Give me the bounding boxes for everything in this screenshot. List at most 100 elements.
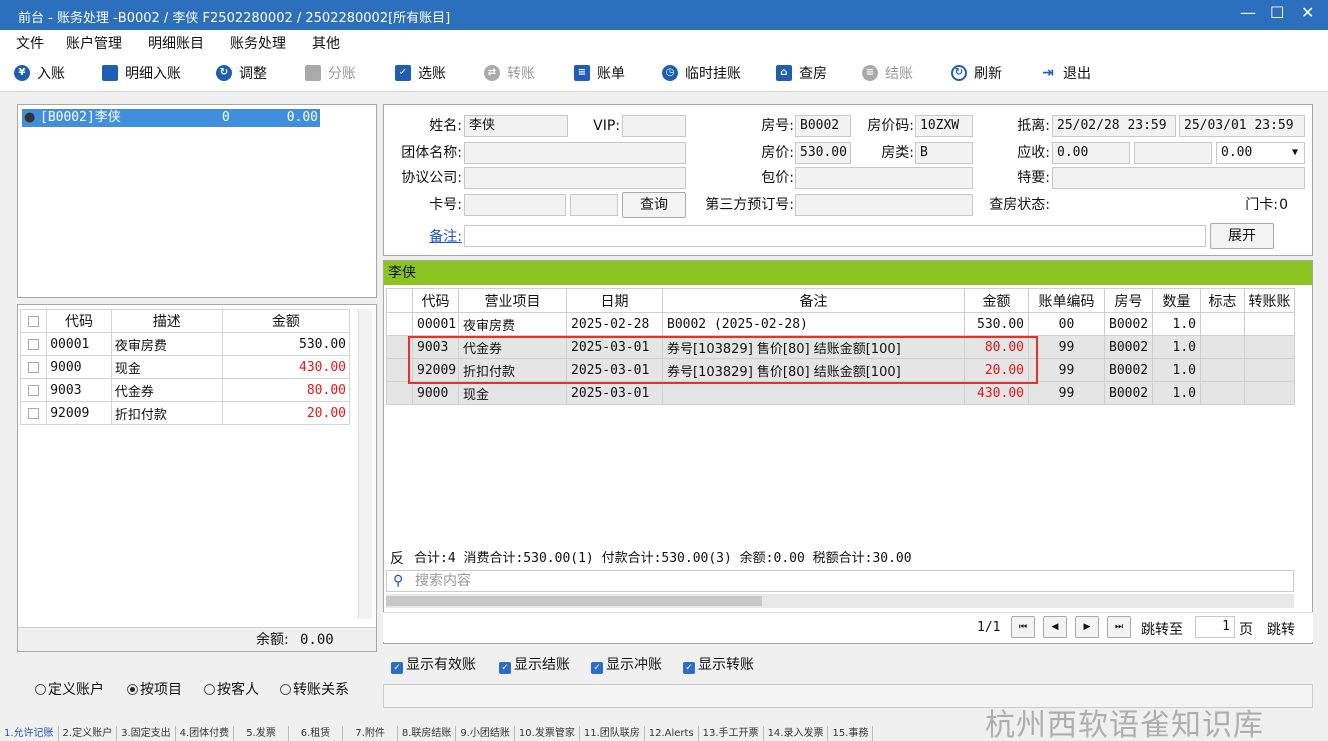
- table-row[interactable]: 9000 现金 2025-03-01 430.00 99 B0002 1.0: [386, 381, 1295, 405]
- show-reversed-checkbox[interactable]: ✓ 显示冲账: [591, 650, 662, 680]
- radio-transfer-relation[interactable]: 转账关系: [280, 676, 349, 704]
- col-date[interactable]: 日期: [566, 288, 663, 313]
- split-button[interactable]: 分账: [305, 63, 356, 83]
- next-page-button[interactable]: ▶: [1075, 616, 1099, 638]
- table-row[interactable]: 9003 代金券 80.00: [19, 378, 351, 402]
- table-row[interactable]: 00001 夜审房费 2025-02-28 B0002 (2025-02-28)…: [386, 312, 1295, 336]
- arrival-field[interactable]: 25/02/28 23:59: [1052, 115, 1176, 137]
- row-checkbox[interactable]: [28, 384, 40, 396]
- reverse-label[interactable]: 反: [390, 548, 404, 570]
- rate-field[interactable]: 530.00: [795, 142, 851, 164]
- radio-by-guest[interactable]: 按客人: [204, 676, 259, 704]
- post-button[interactable]: ¥ 入账: [14, 63, 65, 83]
- tree-item-selected[interactable]: ● [B0002]李侠 0 0.00: [22, 109, 320, 127]
- go-button[interactable]: 跳转: [1267, 619, 1295, 639]
- tab-linked-checkout[interactable]: 8.联房结账: [398, 726, 457, 741]
- tab-invoice-manager[interactable]: 10.发票管家: [515, 726, 580, 741]
- radio-by-item[interactable]: 按项目: [127, 676, 182, 704]
- menu-account-management[interactable]: 账户管理: [66, 33, 122, 53]
- vertical-scrollbar[interactable]: [358, 309, 372, 619]
- tab-group-linked[interactable]: 11.团队联房: [580, 726, 645, 741]
- check-room-button[interactable]: ⌂ 查房: [776, 63, 827, 83]
- transfer-button[interactable]: ⇄ 转账: [484, 63, 535, 83]
- tab-manual-invoice[interactable]: 13.手工开票: [699, 726, 764, 741]
- receivable-extra-field[interactable]: [1134, 142, 1212, 164]
- select-all-checkbox[interactable]: [28, 315, 40, 327]
- search-box[interactable]: ⚲ 搜索内容: [386, 570, 1294, 592]
- tab-lease[interactable]: 6.租赁: [289, 726, 344, 741]
- close-icon[interactable]: ✕: [1301, 3, 1314, 22]
- menu-accounting[interactable]: 账务处理: [230, 33, 286, 53]
- row-checkbox[interactable]: [28, 361, 40, 373]
- show-valid-checkbox[interactable]: ✓ 显示有效账: [391, 650, 476, 680]
- col-room[interactable]: 房号: [1104, 288, 1153, 313]
- tab-define-account[interactable]: 2.定义账户: [59, 726, 118, 741]
- minimize-icon[interactable]: —: [1240, 3, 1256, 22]
- group-field[interactable]: [464, 142, 686, 164]
- show-settled-checkbox[interactable]: ✓ 显示结账: [499, 650, 570, 680]
- menu-detail-items[interactable]: 明细账目: [148, 33, 204, 53]
- col-qty[interactable]: 数量: [1152, 288, 1201, 313]
- horizontal-scrollbar[interactable]: [386, 594, 1294, 608]
- table-row[interactable]: 9000 现金 430.00: [19, 355, 351, 379]
- first-page-button[interactable]: ⏮: [1011, 616, 1035, 638]
- remark-field[interactable]: [464, 225, 1206, 247]
- row-checkbox[interactable]: [28, 338, 40, 350]
- tab-group-payment[interactable]: 4.团体付费: [176, 726, 235, 741]
- select-button[interactable]: ✓ 选账: [395, 63, 446, 83]
- door-card-value: 0: [1279, 197, 1288, 213]
- col-remark[interactable]: 备注: [662, 288, 965, 313]
- maximize-icon[interactable]: ☐: [1270, 3, 1284, 22]
- departure-field[interactable]: 25/03/01 23:59: [1179, 115, 1305, 137]
- card-field[interactable]: [464, 194, 566, 216]
- expand-button[interactable]: 展开: [1210, 223, 1274, 249]
- remark-link[interactable]: 备注:: [404, 227, 462, 247]
- vip-field[interactable]: [622, 115, 686, 137]
- tab-enter-invoice[interactable]: 14.录入发票: [764, 726, 829, 741]
- scrollbar-thumb[interactable]: [386, 596, 762, 606]
- col-flag[interactable]: 标志: [1200, 288, 1245, 313]
- room-field[interactable]: B0002: [795, 115, 851, 137]
- tab-fixed-expense[interactable]: 3.固定支出: [117, 726, 176, 741]
- receivable-select[interactable]: 0.00 ▼: [1216, 142, 1305, 164]
- checkout-button[interactable]: ≡ 结账: [862, 63, 913, 83]
- radio-custom-account[interactable]: 定义账户: [35, 676, 104, 704]
- col-amount[interactable]: 金额: [964, 288, 1029, 313]
- page-input[interactable]: 1: [1195, 616, 1235, 638]
- tab-allow-posting[interactable]: 1.允许记账: [0, 726, 59, 741]
- tab-alerts[interactable]: 12.Alerts: [645, 726, 699, 741]
- tab-events[interactable]: 15.事務: [828, 726, 874, 741]
- col-bill-code[interactable]: 账单编码: [1028, 288, 1105, 313]
- col-transfer[interactable]: 转账账: [1244, 288, 1295, 313]
- adjust-button[interactable]: ↻ 调整: [216, 63, 267, 83]
- guest-info-panel: 姓名: 李侠 VIP: 房号: B0002 房价码: 10ZXW 抵离: 25/…: [383, 104, 1313, 256]
- row-checkbox[interactable]: [28, 407, 40, 419]
- tab-invoice[interactable]: 5.发票: [234, 726, 289, 741]
- package-field[interactable]: [795, 167, 973, 189]
- tab-small-group-checkout[interactable]: 9.小团结账: [456, 726, 515, 741]
- third-party-field[interactable]: [795, 194, 973, 216]
- detail-post-button[interactable]: 明细入账: [102, 63, 181, 83]
- menu-file[interactable]: 文件: [16, 33, 44, 53]
- last-page-button[interactable]: ⏭: [1107, 616, 1131, 638]
- refresh-button[interactable]: ↻ 刷新: [951, 63, 1002, 83]
- special-field[interactable]: [1052, 167, 1305, 189]
- temp-hang-button[interactable]: ◷ 临时挂账: [662, 63, 741, 83]
- company-field[interactable]: [464, 167, 686, 189]
- bill-button[interactable]: ≡ 账单: [574, 63, 625, 83]
- col-code[interactable]: 代码: [412, 288, 459, 313]
- room-type-field[interactable]: B: [915, 142, 973, 164]
- card-extra-field[interactable]: [570, 194, 618, 216]
- menu-other[interactable]: 其他: [312, 33, 340, 53]
- exit-button[interactable]: ⇥ 退出: [1040, 63, 1091, 83]
- receivable-field[interactable]: 0.00: [1052, 142, 1130, 164]
- col-item[interactable]: 营业项目: [458, 288, 567, 313]
- query-button[interactable]: 查询: [622, 192, 686, 218]
- guest-name-field[interactable]: 李侠: [464, 115, 568, 137]
- table-row[interactable]: 00001 夜审房费 530.00: [19, 332, 351, 356]
- show-transfer-checkbox[interactable]: ✓ 显示转账: [683, 650, 754, 680]
- table-row[interactable]: 92009 折扣付款 20.00: [19, 401, 351, 425]
- prev-page-button[interactable]: ◀: [1043, 616, 1067, 638]
- rate-code-field[interactable]: 10ZXW: [915, 115, 973, 137]
- tab-attachment[interactable]: 7.附件: [343, 726, 398, 741]
